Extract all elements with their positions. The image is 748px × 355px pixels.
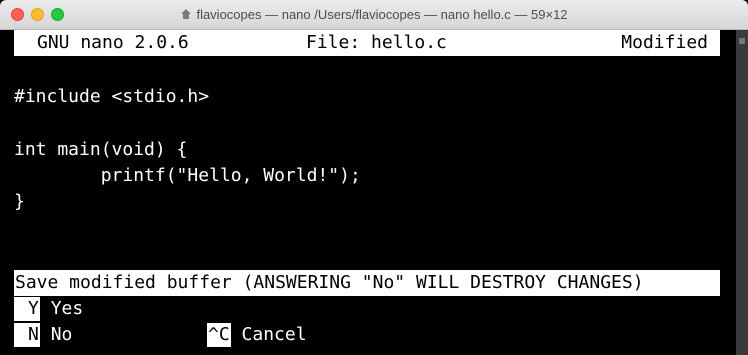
cancel-option[interactable]: ^C Cancel: [207, 323, 307, 347]
modified-status: Modified: [621, 32, 708, 53]
window-title: flaviocopes — nano /Users/flaviocopes — …: [196, 7, 568, 22]
code-line[interactable]: int main(void) {: [14, 138, 187, 162]
window-title-container: flaviocopes — nano /Users/flaviocopes — …: [0, 7, 748, 22]
yes-label: Yes: [50, 298, 84, 319]
cancel-label: Cancel: [241, 324, 307, 345]
yes-option[interactable]: Y Yes: [14, 297, 83, 321]
terminal-content[interactable]: GNU nano 2.0.6 File: hello.c Modified #i…: [0, 30, 736, 355]
save-prompt: Save modified buffer (ANSWERING "No" WIL…: [14, 270, 720, 296]
no-key: N: [14, 323, 40, 347]
nano-version: GNU nano 2.0.6: [37, 32, 189, 53]
scrollbar[interactable]: [736, 30, 748, 355]
yes-key: Y: [14, 297, 40, 321]
nano-header: GNU nano 2.0.6 File: hello.c Modified: [14, 30, 720, 56]
home-icon: [180, 9, 192, 20]
no-option[interactable]: N No: [14, 323, 72, 347]
terminal-window: flaviocopes — nano /Users/flaviocopes — …: [0, 0, 748, 355]
title-bar[interactable]: flaviocopes — nano /Users/flaviocopes — …: [0, 0, 748, 30]
cancel-key: ^C: [207, 323, 231, 347]
code-line[interactable]: printf("Hello, World!");: [14, 164, 361, 188]
code-line[interactable]: #include <stdio.h>: [14, 85, 209, 109]
file-name: File: hello.c: [306, 32, 447, 53]
no-label: No: [50, 324, 73, 345]
code-line[interactable]: }: [14, 190, 25, 214]
